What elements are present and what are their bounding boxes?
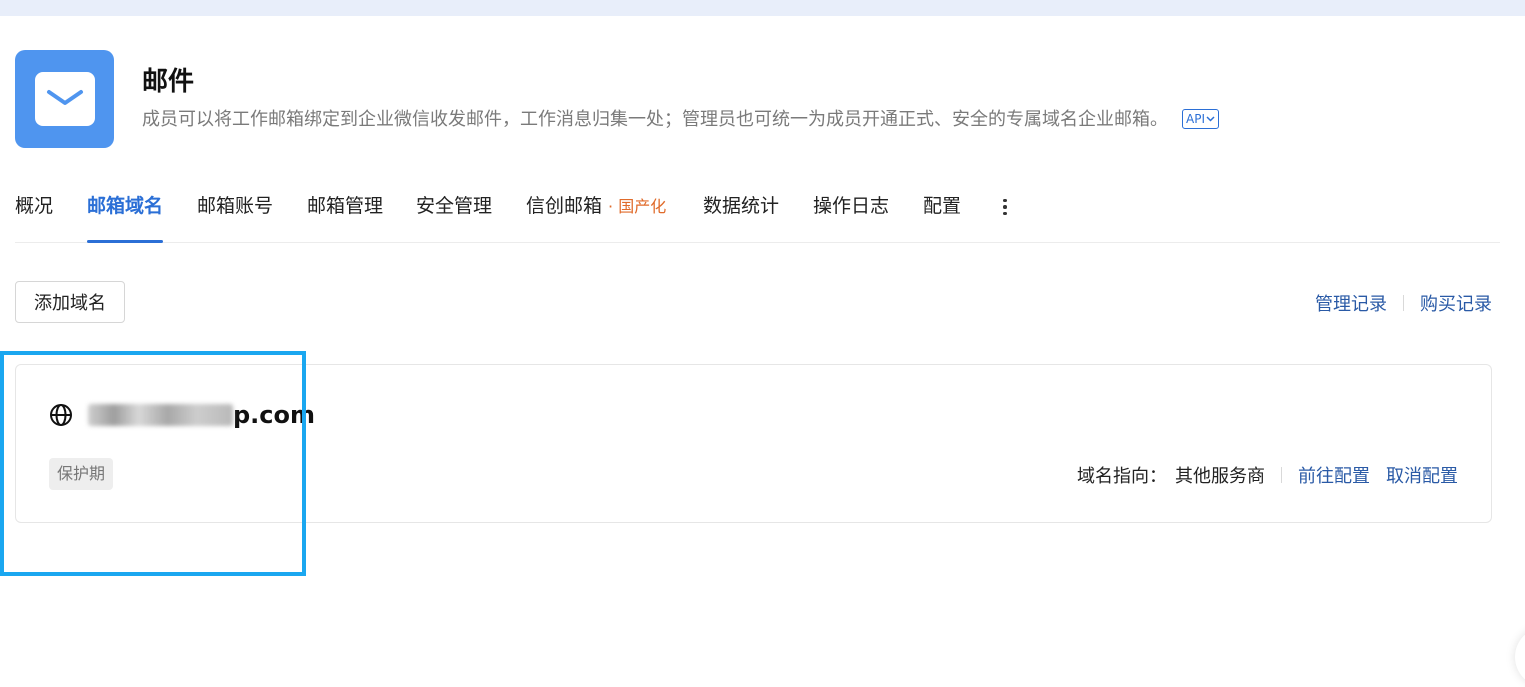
status-badge: 保护期 (49, 458, 114, 490)
tab-operation-log[interactable]: 操作日志 (813, 186, 889, 242)
tab-mail-management[interactable]: 邮箱管理 (307, 186, 383, 242)
api-label: API (1186, 112, 1205, 126)
api-dropdown[interactable]: API (1182, 109, 1219, 129)
floating-widget[interactable] (1515, 627, 1525, 687)
tab-data-statistics[interactable]: 数据统计 (703, 186, 779, 242)
tab-settings[interactable]: 配置 (923, 186, 961, 242)
pointing-value: 其他服务商 (1175, 466, 1265, 487)
tab-label: 数据统计 (703, 195, 780, 217)
records-links: 管理记录 购买记录 (1315, 289, 1492, 317)
redacted-domain-mask (88, 404, 233, 426)
tab-label: 安全管理 (416, 195, 493, 217)
domain-actions: 域名指向： 其他服务商 前往配置 取消配置 (1077, 461, 1458, 489)
tab-mail-accounts[interactable]: 邮箱账号 (197, 186, 273, 242)
top-bar (0, 0, 1525, 16)
localization-tag: · 国产化 (608, 197, 667, 216)
tab-label: 邮箱账号 (197, 195, 274, 217)
tab-security-management[interactable]: 安全管理 (416, 186, 492, 242)
manage-records-link[interactable]: 管理记录 (1315, 290, 1387, 316)
tab-xinchuang-mail[interactable]: 信创邮箱 · 国产化 (526, 186, 666, 242)
tab-label: 概况 (15, 195, 54, 217)
app-description: 成员可以将工作邮箱绑定到企业微信收发邮件，工作消息归集一处；管理员也可统一为成员… (142, 107, 1219, 133)
divider (1281, 467, 1282, 483)
mail-app-icon (15, 50, 114, 148)
more-tabs-icon[interactable] (997, 192, 1013, 222)
chevron-down-icon (1206, 116, 1215, 122)
tab-label: 邮箱管理 (307, 195, 384, 217)
goto-config-link[interactable]: 前往配置 (1298, 462, 1370, 488)
tab-bar: 概况 邮箱域名 邮箱账号 邮箱管理 安全管理 信创邮箱 · 国产化 数据统计 操作… (15, 186, 1500, 243)
domain-suffix: p.com (233, 401, 316, 429)
pointing-label: 域名指向： (1077, 466, 1167, 487)
app-description-text: 成员可以将工作邮箱绑定到企业微信收发邮件，工作消息归集一处；管理员也可统一为成员… (142, 109, 1168, 130)
envelope-icon (34, 72, 95, 126)
app-title: 邮件 (142, 67, 195, 97)
globe-icon (50, 404, 72, 426)
tab-label: 操作日志 (813, 195, 890, 217)
tab-label: 信创邮箱 (526, 195, 603, 217)
add-domain-button[interactable]: 添加域名 (15, 281, 125, 323)
tab-label: 邮箱域名 (87, 195, 164, 217)
domain-card: p.com 保护期 域名指向： 其他服务商 前往配置 取消配置 (15, 364, 1492, 523)
domain-name: p.com (88, 397, 315, 433)
tab-overview[interactable]: 概况 (15, 186, 53, 242)
purchase-records-link[interactable]: 购买记录 (1420, 290, 1492, 316)
cancel-config-link[interactable]: 取消配置 (1386, 462, 1458, 488)
tab-label: 配置 (923, 195, 962, 217)
tab-mail-domain[interactable]: 邮箱域名 (87, 186, 164, 243)
divider (1403, 295, 1404, 311)
